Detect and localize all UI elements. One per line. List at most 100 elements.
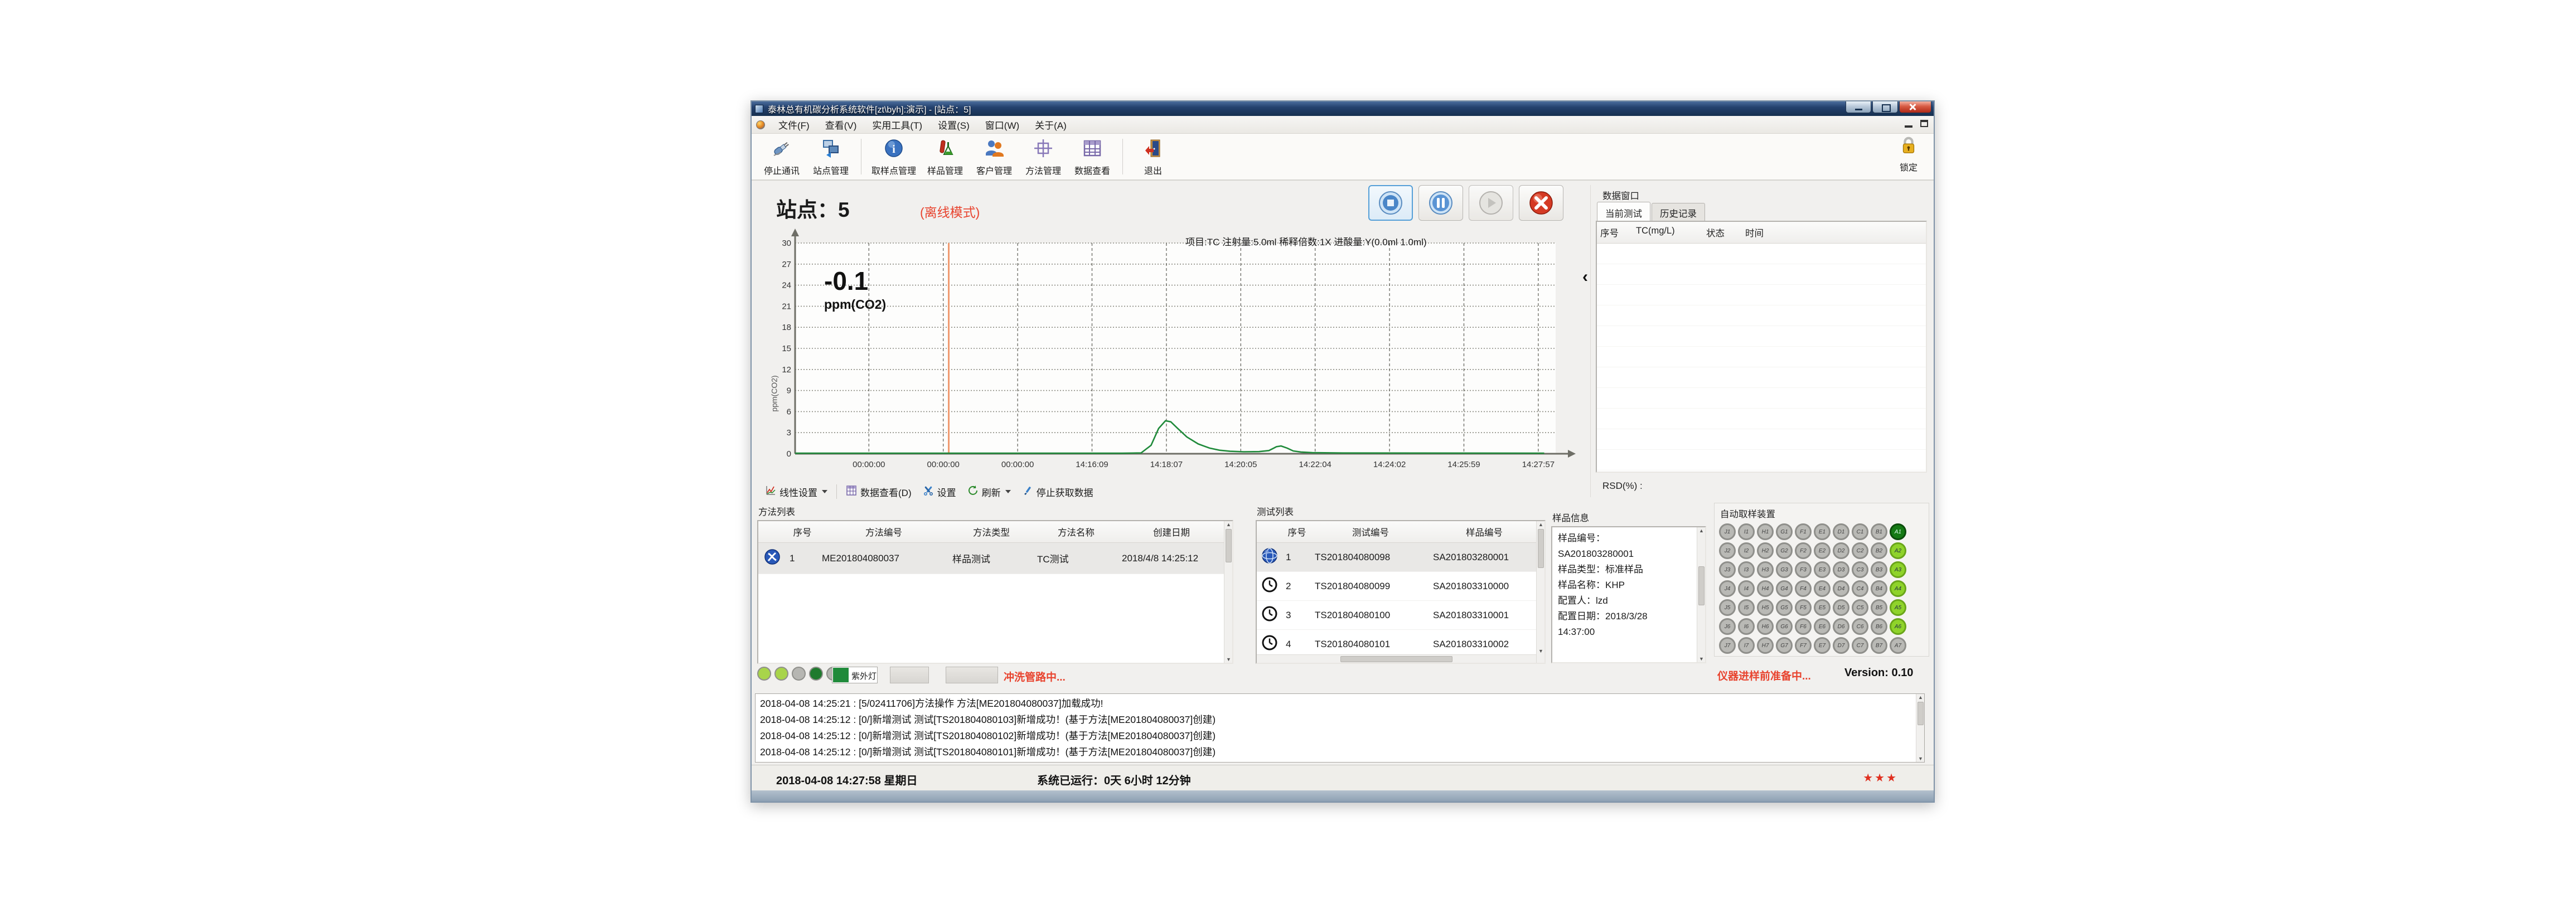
play-button[interactable] [1469, 185, 1513, 221]
table-cell: ME201804080037 [819, 553, 949, 564]
toolbar-button-sample-manage[interactable]: 样品管理 [921, 135, 970, 178]
refresh-icon [967, 485, 979, 499]
tab-current-test[interactable]: 当前测试 [1597, 202, 1650, 222]
statusbar-stars: ★★★ [1863, 771, 1898, 785]
chart-toolbar-settings[interactable]: 设置 [917, 483, 962, 501]
sampler-well-A4: A4 [1890, 580, 1906, 597]
minimize-button[interactable] [1846, 101, 1871, 113]
scroll-up-icon: ▲ [1916, 695, 1925, 700]
menu-item-1[interactable]: 文件(F) [771, 115, 817, 134]
sampler-well-F5: F5 [1795, 599, 1812, 616]
table-header-cell: 序号 [786, 521, 819, 542]
sampler-status-text: 仪器进样前准备中... [1717, 668, 1811, 683]
table-cell: TS201804080100 [1311, 610, 1430, 621]
table-header-cell [758, 521, 786, 542]
toolbar-button-label: 数据查看 [1074, 163, 1110, 177]
svg-text:27: 27 [782, 260, 791, 269]
table-cell: 1 [1282, 552, 1311, 563]
sampler-well-G6: G6 [1776, 618, 1793, 635]
menu-item-4[interactable]: 设置(S) [930, 115, 977, 134]
menu-item-6[interactable]: 关于(A) [1027, 115, 1074, 134]
toolbar-button-station-manage[interactable]: 站点管理 [806, 135, 855, 178]
close-button[interactable] [1899, 101, 1931, 113]
data-window-title: 数据窗口 [1602, 188, 1639, 202]
chart-toolbar-line-settings[interactable]: 线性设置 [759, 483, 833, 501]
sample-info-line: SA201803280001 [1558, 546, 1694, 562]
toolbar-button-method-manage[interactable]: 方法管理 [1019, 135, 1068, 178]
menu-item-5[interactable]: 窗口(W) [977, 115, 1027, 134]
svg-text:i: i [892, 143, 895, 156]
toolbar-button-customer-manage[interactable]: 客户管理 [970, 135, 1019, 178]
collapse-left-icon[interactable]: ‹ [1582, 269, 1588, 285]
chart-toolbar-data-grid[interactable]: 数据查看(D) [840, 483, 917, 501]
menu-item-3[interactable]: 实用工具(T) [864, 115, 930, 134]
sample-manage-icon [935, 138, 955, 161]
table-header-cell: 方法名称 [1034, 521, 1118, 542]
dropdown-caret-icon [822, 490, 827, 493]
sampler-well-A3: A3 [1890, 561, 1906, 578]
menu-item-2[interactable]: 查看(V) [817, 115, 865, 134]
svg-text:14:22:04: 14:22:04 [1299, 460, 1331, 469]
main-content: 站点：5 (离线模式) ‹ ppm(CO2) 03691215182124273… [752, 181, 1934, 765]
maximize-button[interactable] [1872, 101, 1898, 113]
toolbar-button-label: 停止通讯 [764, 163, 800, 177]
table-row[interactable]: 3TS201804080100SA201803310001 [1257, 601, 1544, 630]
method-globe-icon [763, 548, 781, 569]
sample-info-line: 14:37:00 [1558, 624, 1694, 640]
exit-icon [1143, 138, 1163, 161]
toolbar-button-stop-comm[interactable]: 停止通讯 [757, 135, 806, 178]
stop-icon [1378, 190, 1403, 216]
vertical-scrollbar[interactable]: ▲▼ [1536, 521, 1544, 663]
toolbar-button-exit[interactable]: 退出 [1129, 135, 1178, 178]
vertical-scrollbar[interactable]: ▲▼ [1224, 521, 1232, 663]
panel-splitter[interactable] [1590, 185, 1591, 497]
horizontal-scrollbar[interactable] [1257, 654, 1536, 663]
window-frame-bottom [752, 790, 1934, 802]
sampler-well-G5: G5 [1776, 599, 1793, 616]
log-line: 2018-04-08 14:25:12 : [0/]新增测试 测试[TS2018… [760, 728, 1913, 744]
sampler-well-I2: I2 [1738, 542, 1755, 559]
svg-text:00:00:00: 00:00:00 [853, 460, 885, 469]
station-title: 站点：5 [776, 193, 850, 223]
table-header-cell: 方法类型 [949, 521, 1034, 542]
sampling-point-icon: i [884, 138, 904, 161]
empty-table-row [1597, 244, 1926, 264]
toolbar-button-sampling-point[interactable]: i取样点管理 [867, 135, 921, 178]
sampler-well-B4: B4 [1871, 580, 1887, 597]
sample-info-scrollbar[interactable]: ▲▼ [1697, 527, 1705, 662]
mdi-restore-icon[interactable] [1920, 120, 1928, 127]
table-row[interactable]: 1TS201804080098SA201803280001 [1257, 543, 1544, 572]
svg-text:项目:TC 注射量:5.0ml 稀释倍数:1X 进酸量:Y(: 项目:TC 注射量:5.0ml 稀释倍数:1X 进酸量:Y(0.0ml 1.0m… [1185, 237, 1427, 247]
sampler-well-D6: D6 [1833, 618, 1849, 635]
mdi-minimize-icon[interactable] [1905, 125, 1912, 128]
stop-button[interactable] [1368, 185, 1413, 221]
empty-table-row [1597, 367, 1926, 388]
sampler-well-C5: C5 [1852, 599, 1868, 616]
pause-button[interactable] [1418, 185, 1463, 221]
sampler-well-I1: I1 [1738, 523, 1755, 540]
window-title: 泰林总有机碳分析系统软件[zt\byh]:演示] - [站点：5] [768, 102, 971, 115]
table-body: 1ME201804080037样品测试TC测试2018/4/8 14:25:12 [758, 543, 1232, 574]
progress-bar-1 [890, 667, 929, 683]
table-row[interactable]: 2TS201804080099SA201803310000 [1257, 572, 1544, 601]
clock-icon [1261, 576, 1279, 596]
sampler-well-I7: I7 [1738, 637, 1755, 654]
log-scrollbar[interactable]: ▲ ▼ [1916, 694, 1924, 762]
sampler-well-B6: B6 [1871, 618, 1887, 635]
lock-button[interactable]: 锁定 [1899, 136, 1918, 173]
sampler-well-J3: J3 [1719, 561, 1736, 578]
main-toolbar: 停止通讯站点管理 i取样点管理样品管理客户管理方法管理数据查看 退出 锁定 [752, 134, 1934, 181]
sampler-well-D3: D3 [1833, 561, 1849, 578]
sampler-well-B1: B1 [1871, 523, 1887, 540]
table-header-cell: 创建日期 [1118, 521, 1224, 542]
chart-toolbar-stop-data[interactable]: 停止获取数据 [1016, 483, 1099, 501]
table-cell: 2018/4/8 14:25:12 [1118, 553, 1224, 564]
title-bar[interactable]: 泰林总有机碳分析系统软件[zt\byh]:演示] - [站点：5] [752, 101, 1934, 116]
cancel-button[interactable] [1519, 185, 1563, 221]
table-row[interactable]: 1ME201804080037样品测试TC测试2018/4/8 14:25:12 [758, 543, 1232, 574]
chart-toolbar-refresh[interactable]: 刷新 [962, 483, 1016, 501]
app-icon [755, 105, 763, 113]
event-log: 2018-04-08 14:25:21 : [5/02411706]方法操作 方… [755, 693, 1925, 763]
chart-toolbar-label: 停止获取数据 [1037, 485, 1093, 499]
toolbar-button-data-view[interactable]: 数据查看 [1068, 135, 1117, 178]
